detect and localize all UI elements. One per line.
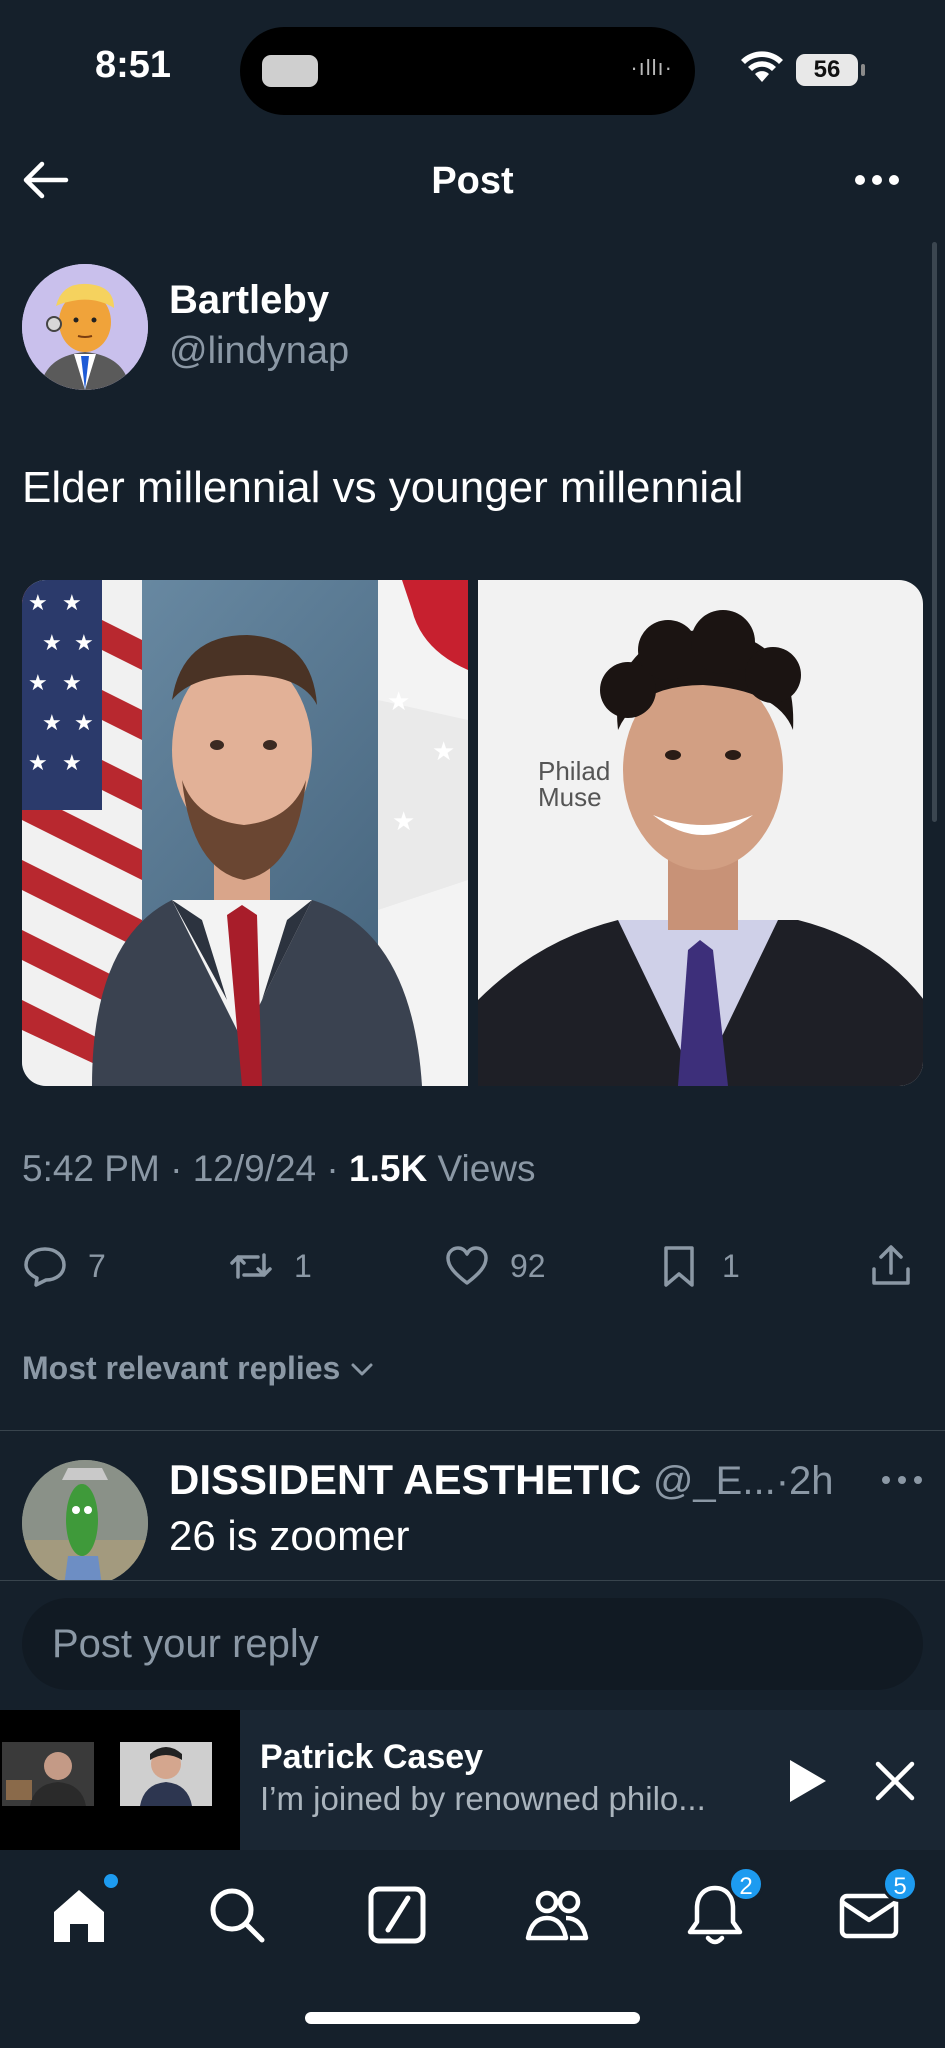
cartoon-avatar-image bbox=[22, 264, 148, 390]
wifi-icon bbox=[741, 51, 783, 82]
play-icon[interactable] bbox=[782, 1756, 832, 1806]
post-text: Elder millennial vs younger millennial bbox=[22, 463, 744, 512]
portrait-with-flags-image: ★ ★ ★ ★ ★ ★ ★ ★ ★ ★ ★★★ bbox=[22, 580, 468, 1086]
like-count: 92 bbox=[510, 1247, 546, 1284]
svg-text:Muse: Muse bbox=[538, 782, 602, 812]
svg-text:★: ★ bbox=[74, 711, 94, 736]
post-meta: 5:42 PM · 12/9/24 · 1.5K Views bbox=[22, 1148, 536, 1190]
reply-input[interactable]: Post your reply bbox=[22, 1598, 923, 1690]
reply-count: 7 bbox=[88, 1247, 106, 1284]
tab-home[interactable] bbox=[44, 1874, 118, 1950]
more-options-icon[interactable] bbox=[852, 162, 902, 198]
island-activity-icon bbox=[262, 55, 318, 87]
smiling-portrait-image: Philad Muse bbox=[477, 580, 923, 1086]
reply-avatar[interactable] bbox=[22, 1460, 148, 1586]
reply-header: DISSIDENT AESTHETIC @_E...·2h bbox=[169, 1456, 834, 1504]
post-date: 12/9/24 bbox=[192, 1148, 317, 1189]
bookmark-button[interactable]: 1 bbox=[656, 1236, 740, 1296]
tab-communities[interactable] bbox=[522, 1880, 592, 1950]
reply-author-name[interactable]: DISSIDENT AESTHETIC bbox=[169, 1456, 641, 1503]
photo-right[interactable]: Philad Muse bbox=[477, 580, 923, 1086]
svg-text:★: ★ bbox=[28, 591, 48, 616]
dynamic-island: ·ıllı· bbox=[240, 27, 695, 115]
reply-button[interactable]: 7 bbox=[22, 1236, 106, 1296]
divider bbox=[0, 1580, 945, 1581]
reply-compose-bar: Post your reply bbox=[0, 1580, 945, 1710]
reply-icon bbox=[24, 1247, 66, 1287]
reply-more-icon[interactable] bbox=[878, 1462, 926, 1498]
status-bar: 8:51 ·ıllı· 56 bbox=[0, 0, 945, 130]
player-title: Patrick Casey bbox=[260, 1738, 484, 1776]
svg-text:★: ★ bbox=[387, 686, 410, 716]
pickle-avatar-image bbox=[22, 1460, 148, 1586]
reply-sort-dropdown[interactable]: Most relevant replies bbox=[22, 1350, 376, 1387]
chevron-down-icon bbox=[351, 1363, 373, 1375]
views-label: Views bbox=[437, 1148, 536, 1189]
mini-player[interactable]: Patrick Casey I’m joined by renowned phi… bbox=[0, 1710, 945, 1850]
bookmark-icon bbox=[664, 1246, 694, 1287]
svg-text:★: ★ bbox=[62, 671, 82, 696]
messages-badge: 5 bbox=[882, 1866, 918, 1902]
tab-search[interactable] bbox=[202, 1880, 272, 1950]
svg-text:★: ★ bbox=[74, 631, 94, 656]
author-avatar[interactable] bbox=[22, 264, 148, 390]
svg-text:★: ★ bbox=[62, 591, 82, 616]
page-title: Post bbox=[431, 160, 514, 202]
close-icon[interactable] bbox=[872, 1758, 918, 1804]
home-icon bbox=[54, 1890, 104, 1942]
notifications-badge: 2 bbox=[728, 1866, 764, 1902]
home-unread-dot bbox=[104, 1874, 118, 1888]
post-media[interactable]: ★ ★ ★ ★ ★ ★ ★ ★ ★ ★ ★ ★ ★ Philad Muse bbox=[22, 580, 923, 1086]
grok-icon bbox=[368, 1886, 426, 1944]
photo-left[interactable]: ★ ★ ★ ★ ★ ★ ★ ★ ★ ★ ★ ★ ★ bbox=[22, 580, 468, 1086]
share-icon bbox=[872, 1245, 910, 1285]
post-time: 5:42 PM bbox=[22, 1148, 160, 1189]
share-button[interactable] bbox=[868, 1236, 914, 1296]
post-header: Post bbox=[0, 140, 945, 220]
reply-text: 26 is zoomer bbox=[169, 1512, 410, 1559]
tab-grok[interactable] bbox=[362, 1880, 432, 1950]
repost-count: 1 bbox=[294, 1247, 312, 1284]
post-actions: 7 1 92 1 bbox=[0, 1236, 945, 1296]
battery-indicator: 56 bbox=[796, 54, 858, 86]
author-handle[interactable]: @lindynap bbox=[169, 330, 349, 373]
player-thumbnail[interactable] bbox=[0, 1710, 240, 1850]
bookmark-count: 1 bbox=[722, 1247, 740, 1284]
svg-text:★: ★ bbox=[42, 631, 62, 656]
svg-text:★: ★ bbox=[42, 711, 62, 736]
tab-notifications[interactable]: 2 bbox=[680, 1866, 764, 1950]
svg-text:★: ★ bbox=[62, 751, 82, 776]
reply-age: 2h bbox=[789, 1459, 834, 1503]
svg-text:★: ★ bbox=[28, 671, 48, 696]
repost-button[interactable]: 1 bbox=[228, 1236, 312, 1296]
heart-icon bbox=[446, 1246, 488, 1285]
search-icon bbox=[210, 1888, 265, 1943]
audio-wave-icon: ·ıllı· bbox=[630, 55, 673, 80]
communities-icon bbox=[525, 1890, 589, 1941]
views-count[interactable]: 1.5K bbox=[349, 1148, 427, 1189]
tab-messages[interactable]: 5 bbox=[834, 1866, 918, 1950]
scroll-indicator bbox=[932, 242, 937, 822]
home-indicator[interactable] bbox=[305, 2012, 640, 2024]
reply-sort-label: Most relevant replies bbox=[22, 1350, 341, 1386]
repost-icon bbox=[230, 1253, 272, 1279]
player-subtitle: I’m joined by renowned philo... bbox=[260, 1780, 706, 1817]
svg-text:★: ★ bbox=[392, 806, 415, 836]
status-time: 8:51 bbox=[95, 44, 172, 86]
like-button[interactable]: 92 bbox=[444, 1236, 546, 1296]
divider bbox=[0, 1430, 945, 1431]
video-thumbnail-image bbox=[0, 1710, 240, 1850]
battery-nub bbox=[861, 64, 865, 76]
reply-separator: · bbox=[775, 1459, 790, 1503]
svg-text:★: ★ bbox=[432, 736, 455, 766]
svg-text:★: ★ bbox=[28, 751, 48, 776]
meta-separator: · bbox=[170, 1148, 183, 1189]
meta-separator: · bbox=[326, 1148, 339, 1189]
reply-author-handle[interactable]: @_E... bbox=[653, 1459, 776, 1503]
author-name[interactable]: Bartleby bbox=[169, 278, 329, 323]
